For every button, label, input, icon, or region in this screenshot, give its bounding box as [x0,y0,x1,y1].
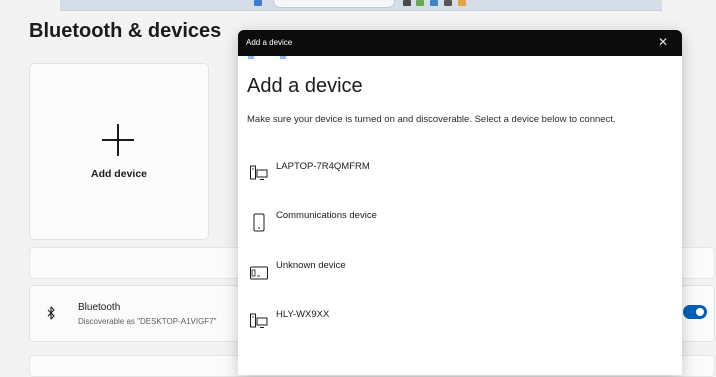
computer-icon [250,313,268,328]
taskbar-app-icon[interactable] [403,0,411,6]
device-label: LAPTOP-7R4QMFRM [276,161,370,172]
dialog-titlebar[interactable]: Add a device ✕ [238,30,682,56]
add-device-label: Add device [90,168,148,180]
device-label: HLY-WX9XX [276,309,330,320]
plus-icon [102,124,134,156]
add-device-dialog: Add a device ✕ Add a device Make sure yo… [238,30,682,375]
taskbar-search-box[interactable] [273,0,395,8]
device-label: Communications device [276,210,377,221]
taskbar-app-icon[interactable] [458,0,466,6]
dialog-heading: Add a device [247,75,363,97]
taskbar-app-icon[interactable] [416,0,424,6]
phone-icon [253,213,265,232]
bluetooth-toggle[interactable] [683,305,707,319]
taskbar [60,0,662,11]
dialog-window-title: Add a device [246,38,293,47]
bluetooth-title: Bluetooth [78,302,121,313]
device-item-unknown[interactable]: Unknown device [242,255,662,291]
windows-start-icon[interactable] [254,0,262,6]
unknown-device-icon [250,266,268,280]
dialog-description: Make sure your device is turned on and d… [247,114,616,125]
toggle-knob [696,308,704,316]
progress-indicator [248,56,318,59]
device-label: Unknown device [276,260,346,271]
bluetooth-subtitle: Discoverable as "DESKTOP-A1VIGF7" [78,317,217,326]
device-item-communications[interactable]: Communications device [242,205,662,241]
taskbar-app-icon[interactable] [444,0,452,6]
page-title: Bluetooth & devices [29,20,222,42]
computer-icon [250,165,268,180]
taskbar-app-icon[interactable] [430,0,438,6]
device-item-laptop[interactable]: LAPTOP-7R4QMFRM [242,156,662,192]
close-icon[interactable]: ✕ [656,35,670,49]
bluetooth-icon [47,306,55,320]
add-device-card[interactable]: Add device [29,63,209,240]
device-item-hly[interactable]: HLY-WX9XX [242,304,662,340]
